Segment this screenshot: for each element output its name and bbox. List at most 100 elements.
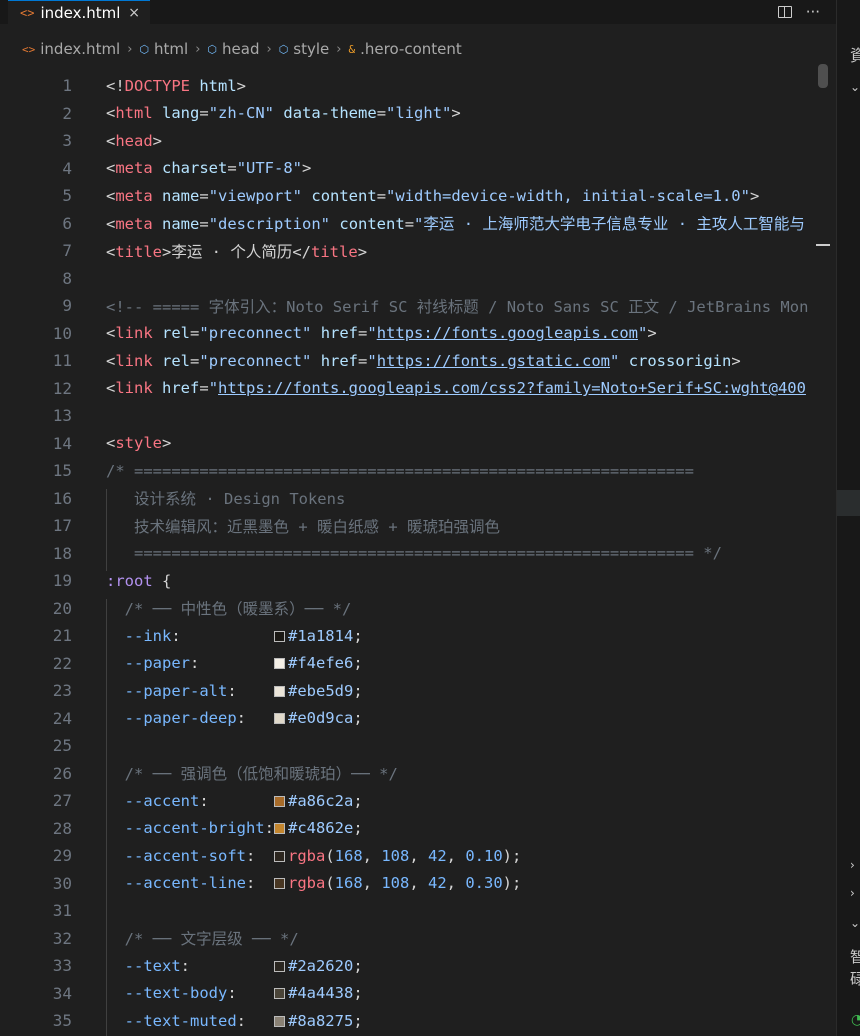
- html-file-icon: <>: [22, 42, 36, 56]
- color-swatch[interactable]: [273, 878, 285, 890]
- breadcrumb-item[interactable]: ⬡ head: [207, 40, 259, 58]
- code-token: <: [106, 324, 116, 343]
- code-token: rel: [162, 351, 191, 370]
- color-swatch[interactable]: [273, 713, 285, 725]
- code-token: );: [502, 846, 522, 865]
- element-icon: ⬡: [139, 42, 150, 56]
- color-swatch[interactable]: [273, 795, 285, 807]
- line-number: 27: [52, 791, 72, 811]
- code-token: :: [190, 654, 274, 673]
- code-text: <link href="https://fonts.googleapis.com…: [106, 379, 806, 397]
- more-actions-icon[interactable]: ···: [806, 3, 820, 21]
- line-number: 10: [52, 323, 72, 343]
- code-text: --text-muted: #8a8275;: [106, 1012, 363, 1030]
- code-token: --ink: [106, 626, 172, 645]
- tab-index-html[interactable]: <> index.html ×: [8, 0, 150, 24]
- code-line: 6 <meta name="description" content="李运 · …: [0, 210, 836, 238]
- code-token: =: [199, 379, 209, 398]
- code-text: --paper-alt: #ebe5d9;: [106, 682, 363, 700]
- code-token: >: [236, 76, 247, 95]
- code-line: 13: [0, 402, 836, 430]
- line-number: 21: [52, 626, 72, 646]
- code-line: 3 <head>: [0, 127, 836, 155]
- code-token: rel: [162, 324, 191, 343]
- code-text: 技术编辑风：近黑墨色 + 暖白纸感 + 暖琥珀强调色: [106, 515, 500, 537]
- code-line: 7 <title>李运 · 个人简历</title>: [0, 237, 836, 265]
- code-line: 14 <style>: [0, 430, 836, 458]
- code-text: <meta charset="UTF-8">: [106, 159, 311, 177]
- code-token: #e0d9ca: [287, 709, 354, 728]
- code-token: =: [358, 324, 368, 343]
- code-token: 168: [334, 874, 363, 893]
- breadcrumb-label: index.html: [40, 40, 121, 58]
- breadcrumb-label: html: [154, 40, 189, 58]
- close-icon[interactable]: ×: [128, 5, 140, 21]
- code-text: /* ── 中性色（暖墨系）── */: [106, 597, 352, 619]
- color-swatch[interactable]: [273, 850, 285, 862]
- breadcrumb-item[interactable]: ⬡ html: [139, 40, 188, 58]
- breadcrumb-item[interactable]: <> index.html: [22, 40, 120, 58]
- code-token: =: [376, 104, 387, 123]
- indent-guide: [106, 488, 107, 571]
- vertical-scrollbar[interactable]: [818, 64, 828, 88]
- panel-text-glyph: 智: [850, 946, 860, 967]
- code-token: <: [106, 434, 116, 453]
- breadcrumb-item[interactable]: & .hero-content: [348, 40, 461, 58]
- chevron-down-icon[interactable]: ⌄: [850, 916, 860, 930]
- code-token: =: [227, 159, 237, 178]
- code-line: 20 /* ── 中性色（暖墨系）── */: [0, 595, 836, 623]
- color-swatch[interactable]: [273, 823, 285, 835]
- code-token: link: [115, 324, 153, 343]
- color-swatch[interactable]: [273, 960, 285, 972]
- color-swatch[interactable]: [273, 630, 285, 642]
- code-token: #a86c2a: [287, 791, 354, 810]
- code-token: ,: [409, 874, 428, 893]
- code-token: >: [647, 324, 657, 343]
- line-number: 7: [62, 241, 72, 261]
- code-token: ,: [446, 846, 466, 865]
- code-line: 18 =====================================…: [0, 540, 836, 568]
- chevron-right-icon[interactable]: ›: [850, 858, 855, 872]
- line-number: 32: [52, 928, 72, 948]
- color-swatch[interactable]: [273, 1015, 285, 1027]
- code-token: link: [115, 379, 153, 398]
- color-swatch[interactable]: [274, 685, 285, 697]
- code-line: 29 --accent-soft: rgba(168, 108, 42, 0.1…: [0, 842, 836, 870]
- code-token: =: [190, 324, 200, 343]
- code-text: --paper-deep: #e0d9ca;: [106, 709, 363, 727]
- color-swatch[interactable]: [274, 988, 285, 1000]
- code-token: title: [115, 242, 163, 261]
- code-token: --text-body: [106, 984, 228, 1003]
- line-number: 15: [52, 461, 72, 481]
- panel-heading-glyph: 資: [850, 42, 860, 66]
- code-text: <title>李运 · 个人简历</title>: [106, 240, 367, 262]
- code-token: ;: [353, 819, 363, 838]
- code-line: 2 <html lang="zh-CN" data-theme="light">: [0, 100, 836, 128]
- code-token: 42: [428, 874, 447, 893]
- tab-label: index.html: [40, 3, 121, 22]
- code-token: =: [199, 215, 209, 234]
- code-token: =: [404, 215, 415, 234]
- chevron-right-icon[interactable]: ›: [850, 886, 855, 900]
- code-line: 22 --paper: #f4efe6;: [0, 650, 836, 678]
- line-number: 16: [52, 488, 72, 508]
- chevron-down-icon[interactable]: ⌄: [850, 80, 860, 94]
- code-token: <: [106, 159, 116, 178]
- code-token: href: [320, 324, 359, 343]
- code-text: /* ── 文字层级 ── */: [106, 927, 299, 949]
- code-token: --paper-deep: [106, 709, 237, 728]
- line-number: 23: [52, 681, 72, 701]
- line-number: 11: [52, 351, 72, 371]
- code-editor[interactable]: 1 <!DOCTYPE html> 2 <html lang="zh-CN" data…: [0, 72, 836, 1036]
- line-number: 1: [62, 76, 72, 96]
- breadcrumb-item[interactable]: ⬡ style: [279, 40, 330, 58]
- split-editor-icon[interactable]: [777, 6, 792, 18]
- code-token: ,: [362, 874, 382, 893]
- color-swatch[interactable]: [274, 658, 285, 670]
- code-line: 1 <!DOCTYPE html>: [0, 72, 836, 100]
- code-line: 24 --paper-deep: #e0d9ca;: [0, 705, 836, 733]
